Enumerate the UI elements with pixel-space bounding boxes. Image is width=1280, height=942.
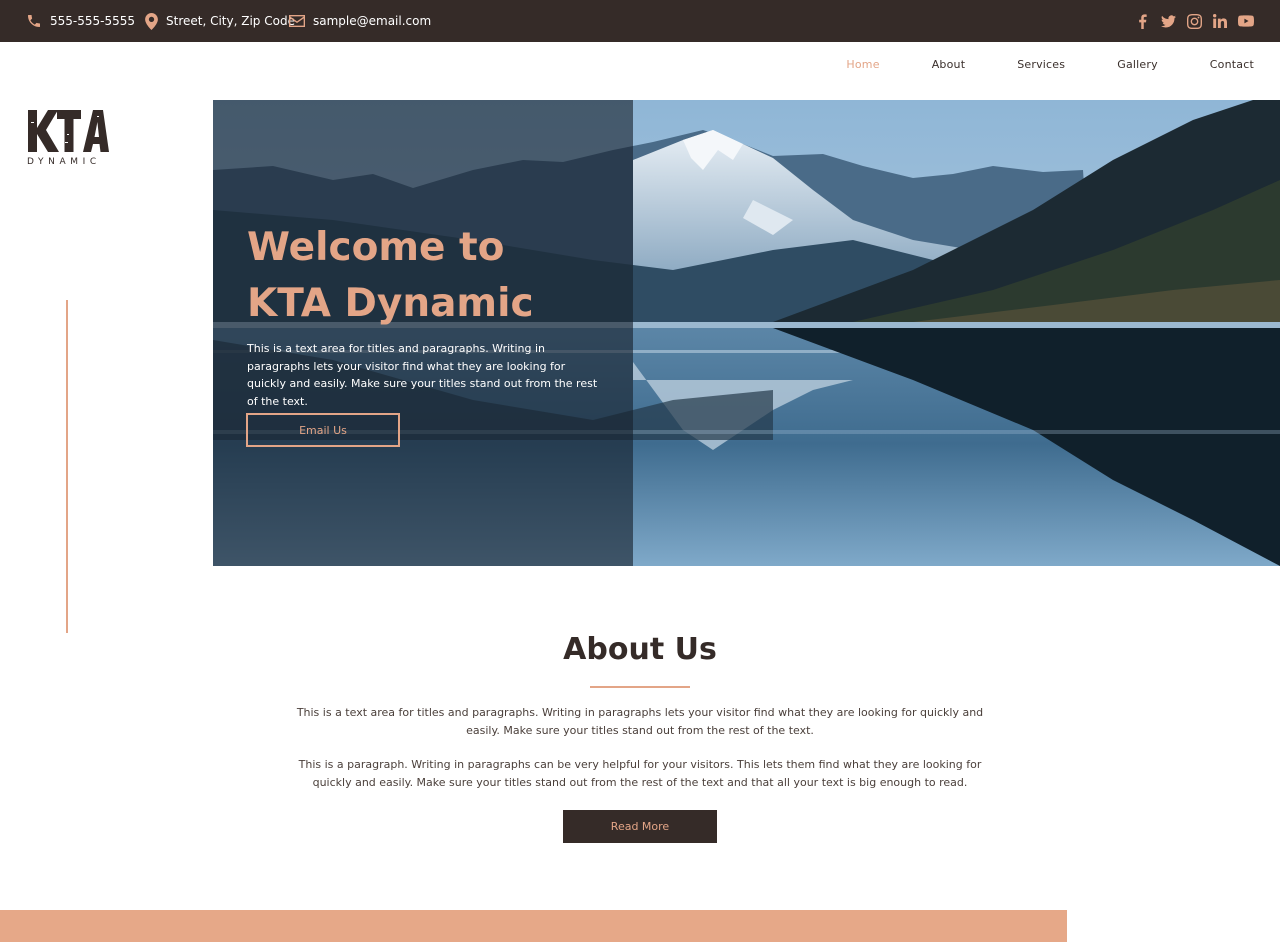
logo-mark (28, 110, 109, 152)
logo[interactable]: DYNAMIC (27, 108, 111, 168)
about-paragraph-2: This is a paragraph. Writing in paragrap… (298, 758, 982, 789)
social-links (1134, 0, 1254, 42)
address-text: Street, City, Zip Code (166, 14, 295, 28)
top-bar: 555-555-5555 Street, City, Zip Code samp… (0, 0, 1280, 42)
phone-icon (28, 15, 40, 27)
hero-text-overlay (213, 100, 633, 566)
linkedin-icon[interactable] (1212, 13, 1228, 29)
phone-text: 555-555-5555 (50, 14, 136, 28)
read-more-button[interactable]: Read More (563, 810, 717, 843)
nav-item-gallery[interactable]: Gallery (1117, 58, 1158, 71)
nav-item-contact[interactable]: Contact (1210, 58, 1254, 71)
about-paragraph-1: This is a text area for titles and parag… (296, 706, 984, 737)
youtube-icon[interactable] (1238, 13, 1254, 29)
hero-title-line1: Welcome to (247, 225, 505, 270)
nav-item-about[interactable]: About (932, 58, 966, 71)
email-text: sample@email.com (313, 14, 432, 28)
facebook-icon[interactable] (1134, 13, 1150, 29)
main-nav: Home About Services Gallery Contact (794, 58, 1254, 71)
about-title: About Us (563, 632, 717, 667)
address-contact[interactable]: Street, City, Zip Code (145, 0, 295, 42)
hero-text: This is a text area for titles and parag… (247, 342, 598, 408)
email-us-button[interactable]: Email Us (246, 413, 400, 447)
nav-item-home[interactable]: Home (846, 58, 879, 71)
vertical-divider (66, 300, 68, 633)
hero-section: Welcome to KTA Dynamic This is a text ar… (213, 100, 1280, 566)
bottom-accent-band (0, 910, 1067, 942)
envelope-icon (289, 15, 305, 27)
instagram-icon[interactable] (1186, 13, 1202, 29)
logo-subtitle: DYNAMIC (27, 157, 101, 167)
location-pin-icon (145, 12, 158, 30)
hero-title: Welcome to KTA Dynamic (247, 220, 627, 332)
nav-item-services[interactable]: Services (1017, 58, 1065, 71)
twitter-icon[interactable] (1160, 13, 1176, 29)
phone-contact[interactable]: 555-555-5555 (26, 0, 135, 42)
about-divider (590, 686, 690, 688)
hero-title-line2: KTA Dynamic (247, 281, 534, 326)
email-contact[interactable]: sample@email.com (289, 0, 431, 42)
